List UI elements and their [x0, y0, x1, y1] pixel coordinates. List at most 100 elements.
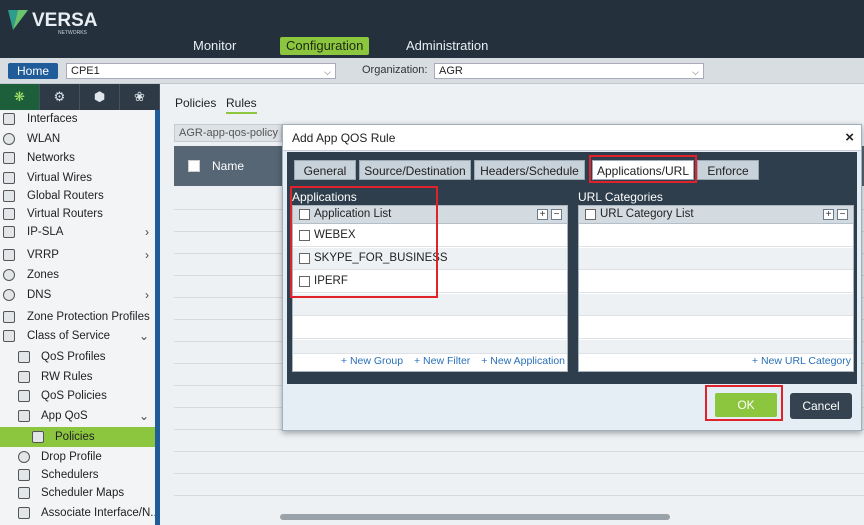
- new-url-category-link[interactable]: + New URL Category: [752, 355, 851, 367]
- select-all-url-categories-checkbox[interactable]: [585, 209, 596, 220]
- add-icon[interactable]: +: [537, 209, 548, 220]
- sidebar-item-rw-rules[interactable]: RW Rules: [0, 367, 155, 387]
- sidebar-item-networks[interactable]: Networks: [0, 148, 155, 168]
- sidebar-item-global-routers[interactable]: Global Routers: [0, 186, 155, 206]
- sidebar-item-dns[interactable]: DNS ›: [0, 285, 155, 305]
- logo-subtext: NETWORKS: [58, 30, 88, 36]
- drop-profile-icon: [18, 451, 30, 463]
- chevron-right-icon: ›: [145, 288, 149, 302]
- empty-row: [579, 271, 853, 293]
- nav-configuration[interactable]: Configuration: [280, 37, 370, 55]
- new-group-link[interactable]: + New Group: [341, 355, 403, 367]
- qos-profiles-icon: [18, 351, 30, 363]
- sidebar-item-zones[interactable]: Zones: [0, 265, 155, 285]
- organization-label: Organization:: [362, 64, 428, 76]
- chevron-down-icon: ⌄: [138, 329, 149, 343]
- empty-row: [579, 317, 853, 339]
- remove-icon[interactable]: −: [837, 209, 848, 220]
- empty-row: [579, 294, 853, 316]
- network-icon[interactable]: ❋: [0, 84, 40, 110]
- rw-rules-icon: [18, 371, 30, 383]
- column-name: Name: [212, 159, 245, 173]
- zone-protection-icon: [3, 311, 15, 323]
- sidebar-item-drop-profile[interactable]: Drop Profile: [0, 447, 155, 467]
- sidebar-item-interfaces[interactable]: Interfaces: [0, 109, 155, 129]
- url-category-links: + New URL Category: [579, 355, 851, 369]
- zones-icon: [3, 269, 15, 281]
- new-filter-link[interactable]: + New Filter: [414, 355, 470, 367]
- top-header: VERSA NETWORKS Monitor Configuration Adm…: [0, 0, 864, 58]
- sidebar-item-schedulers[interactable]: Schedulers: [0, 465, 155, 485]
- tab-general[interactable]: General: [294, 160, 356, 180]
- app-qos-icon: [18, 410, 30, 422]
- url-category-list-header: URL Category List + −: [579, 206, 853, 224]
- select-all-checkbox[interactable]: [188, 160, 200, 172]
- dialog-body: General Source/Destination Headers/Sched…: [287, 152, 857, 384]
- sidebar-item-class-of-service[interactable]: Class of Service ⌄: [0, 326, 155, 346]
- ip-sla-icon: [3, 226, 15, 238]
- gear-icon[interactable]: ⚙: [40, 84, 80, 110]
- sidebar-item-scheduler-maps[interactable]: Scheduler Maps: [0, 483, 155, 503]
- tab-headers-schedule[interactable]: Headers/Schedule: [474, 160, 585, 180]
- sidebar-item-wlan[interactable]: WLAN: [0, 129, 155, 149]
- highlight-box-applications: [290, 186, 438, 298]
- new-application-link[interactable]: + New Application: [481, 355, 565, 367]
- vrrp-icon: [3, 249, 15, 261]
- highlight-box-ok: [705, 385, 783, 421]
- sidebar-item-virtual-routers[interactable]: Virtual Routers: [0, 204, 155, 224]
- associate-interface-icon: [18, 507, 30, 519]
- sidebar-item-qos-profiles[interactable]: QoS Profiles: [0, 347, 155, 367]
- qos-policies-icon: [18, 390, 30, 402]
- nav-administration[interactable]: Administration: [400, 37, 494, 55]
- home-button[interactable]: Home: [8, 63, 58, 79]
- url-category-list: URL Category List + − + New URL Category: [578, 205, 854, 372]
- close-icon[interactable]: ×: [845, 129, 854, 146]
- sidebar-item-associate-interface[interactable]: Associate Interface/N...: [0, 503, 155, 523]
- empty-row: [293, 317, 567, 339]
- tab-enforce[interactable]: Enforce: [697, 160, 759, 180]
- sidebar-item-policies[interactable]: Policies: [0, 427, 155, 447]
- sidebar-item-app-qos[interactable]: App QoS ⌄: [0, 406, 155, 426]
- tab-policies[interactable]: Policies: [175, 96, 216, 110]
- url-categories-panel: URL Categories URL Category List + − + N…: [578, 190, 854, 376]
- table-row: [174, 430, 864, 452]
- empty-row: [579, 225, 853, 247]
- policy-name-field[interactable]: AGR-app-qos-policy: [174, 124, 282, 142]
- appliance-value: CPE1: [71, 65, 100, 77]
- dns-icon: [3, 289, 15, 301]
- sidebar-tabs: ❋ ⚙ ⬢ ❀: [0, 84, 160, 110]
- services-icon[interactable]: ❀: [120, 84, 160, 110]
- cube-icon[interactable]: ⬢: [80, 84, 120, 110]
- add-app-qos-rule-dialog: Add App QOS Rule × General Source/Destin…: [282, 124, 862, 431]
- highlight-box-applications-tab: [589, 155, 697, 183]
- tab-rules[interactable]: Rules: [226, 96, 257, 114]
- networks-icon: [3, 152, 15, 164]
- class-of-service-icon: [3, 330, 15, 342]
- sidebar-item-ip-sla[interactable]: IP-SLA ›: [0, 222, 155, 242]
- dialog-title: Add App QOS Rule: [292, 131, 396, 145]
- sidebar-item-qos-policies[interactable]: QoS Policies: [0, 386, 155, 406]
- organization-value: AGR: [439, 65, 463, 77]
- sidebar-item-zone-protection-profiles[interactable]: Zone Protection Profiles: [0, 307, 155, 327]
- add-icon[interactable]: +: [823, 209, 834, 220]
- remove-icon[interactable]: −: [551, 209, 562, 220]
- cancel-button[interactable]: Cancel: [790, 393, 852, 419]
- organization-select[interactable]: AGR ⌵: [434, 63, 704, 79]
- schedulers-icon: [18, 469, 30, 481]
- scheduler-maps-icon: [18, 487, 30, 499]
- logo-text: VERSA: [32, 10, 98, 31]
- chevron-right-icon: ›: [145, 248, 149, 262]
- horizontal-scrollbar[interactable]: [280, 514, 670, 520]
- interfaces-icon: [3, 113, 15, 125]
- nav-monitor[interactable]: Monitor: [187, 37, 242, 55]
- sidebar-item-virtual-wires[interactable]: Virtual Wires: [0, 168, 155, 188]
- empty-row: [579, 340, 853, 354]
- wlan-icon: [3, 133, 15, 145]
- application-links: + New Group + New Filter + New Applicati…: [293, 355, 565, 369]
- url-categories-title: URL Categories: [578, 190, 663, 204]
- tab-source-destination[interactable]: Source/Destination: [359, 160, 471, 180]
- chevron-right-icon: ›: [145, 225, 149, 239]
- empty-row: [579, 248, 853, 270]
- sidebar-item-vrrp[interactable]: VRRP ›: [0, 245, 155, 265]
- appliance-select[interactable]: CPE1 ⌵: [66, 63, 336, 79]
